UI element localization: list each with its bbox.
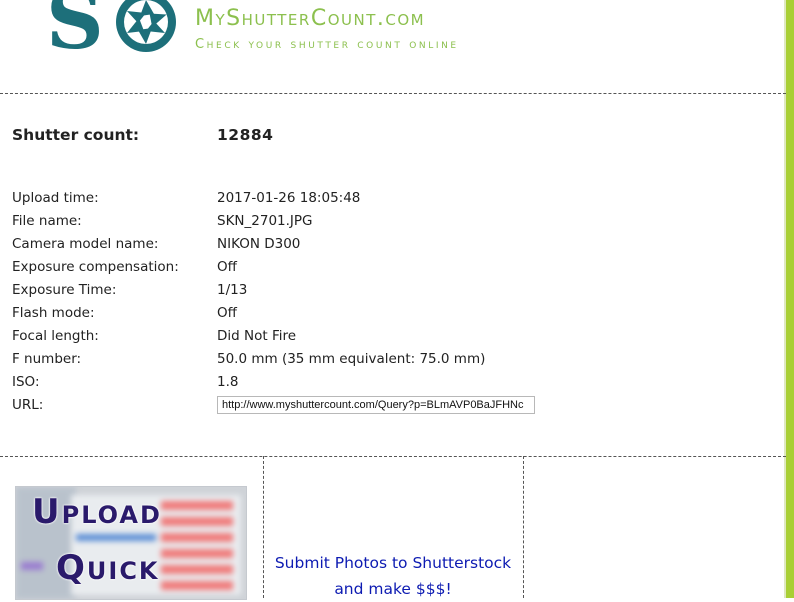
info-value: 1.8	[217, 374, 239, 390]
info-value: 50.0 mm (35 mm equivalent: 75.0 mm)	[217, 351, 486, 367]
promo-line1: Submit Photos to Shutterstock	[274, 554, 512, 572]
info-label: F number:	[12, 351, 82, 367]
site-name[interactable]: MyShutterCount.com	[195, 6, 425, 31]
promo-line2: and make $$$!	[334, 580, 452, 598]
info-value: Off	[217, 305, 237, 321]
exif-info-table: Upload time: 2017-01-26 18:05:48 File na…	[12, 190, 772, 420]
info-row-f-number: F number: 50.0 mm (35 mm equivalent: 75.…	[12, 351, 772, 374]
shutter-count-label: Shutter count:	[12, 126, 140, 144]
site-tagline: Check your shutter count online	[195, 37, 459, 52]
info-value: 1/13	[217, 282, 248, 298]
info-value: SKN_2701.JPG	[217, 213, 313, 229]
info-row-iso: ISO: 1.8	[12, 374, 772, 397]
ad-headline-line2[interactable]: Quick	[56, 548, 286, 588]
section-divider	[0, 456, 786, 457]
page-accent-bar	[786, 0, 794, 598]
info-label: File name:	[12, 213, 82, 229]
info-label: Focal length:	[12, 328, 99, 344]
header-divider	[0, 93, 786, 94]
info-value: NIKON D300	[217, 236, 301, 252]
info-row-focal-length: Focal length: Did Not Fire	[12, 328, 772, 351]
ad-headline-line1[interactable]: Upload	[32, 492, 262, 532]
info-label: Upload time:	[12, 190, 99, 206]
info-row-flash-mode: Flash mode: Off	[12, 305, 772, 328]
info-row-camera-model: Camera model name: NIKON D300	[12, 236, 772, 259]
info-value: Did Not Fire	[217, 328, 297, 344]
info-label: Camera model name:	[12, 236, 159, 252]
aperture-icon	[116, 0, 176, 52]
shutter-count-value: 12884	[217, 126, 274, 144]
column-divider-2	[523, 456, 524, 598]
logo-letter-s: S	[46, 0, 104, 52]
info-label: Exposure Time:	[12, 282, 117, 298]
info-label: ISO:	[12, 374, 40, 390]
url-field[interactable]: http://www.myshuttercount.com/Query?p=BL…	[217, 396, 535, 414]
info-label: Flash mode:	[12, 305, 95, 321]
shutterstock-promo-link[interactable]: Submit Photos to Shutterstock and make $…	[264, 550, 522, 602]
info-row-exposure-compensation: Exposure compensation: Off	[12, 259, 772, 282]
info-row-file-name: File name: SKN_2701.JPG	[12, 213, 772, 236]
logo-icon[interactable]: S	[46, 0, 186, 52]
info-row-exposure-time: Exposure Time: 1/13	[12, 282, 772, 305]
info-row-upload-time: Upload time: 2017-01-26 18:05:48	[12, 190, 772, 213]
info-label: Exposure compensation:	[12, 259, 179, 275]
info-value: 2017-01-26 18:05:48	[217, 190, 361, 206]
info-row-url: URL: http://www.myshuttercount.com/Query…	[12, 396, 772, 420]
info-value: Off	[217, 259, 237, 275]
url-label: URL:	[12, 397, 44, 413]
